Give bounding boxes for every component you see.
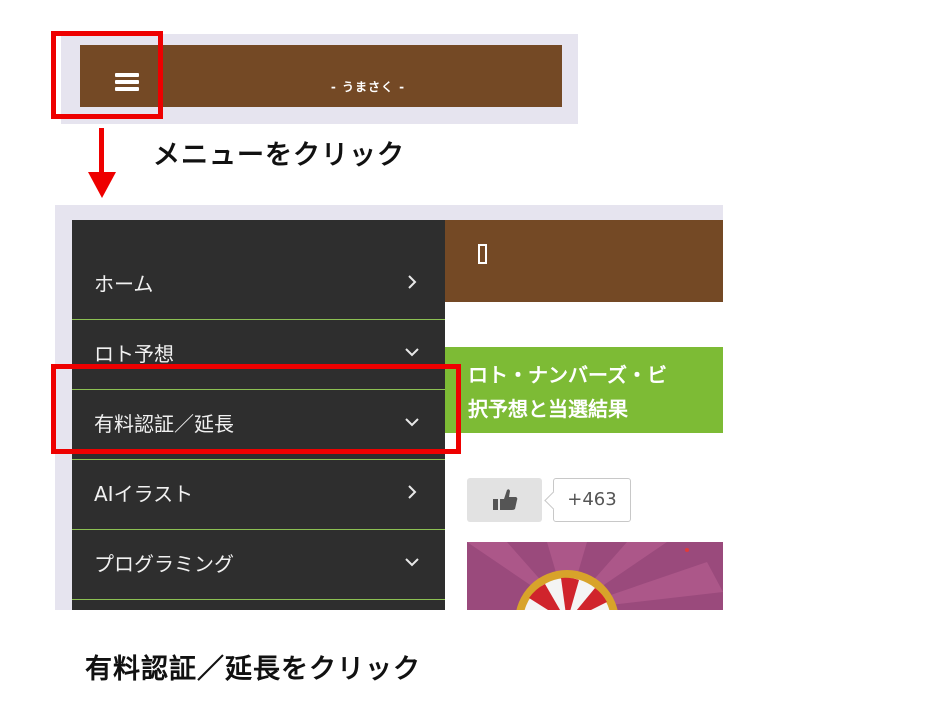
down-arrow-shaft (99, 128, 104, 175)
chevron-down-icon (402, 342, 422, 362)
instruction-step-2: 有料認証／延長をクリック (85, 654, 421, 685)
placeholder-glyph-icon (478, 244, 487, 264)
page-title-banner: ロト・ナンバーズ・ビ 択予想と当選結果 (445, 347, 723, 433)
drawer-item-ai-illust[interactable]: AIイラスト (72, 460, 445, 530)
chevron-down-icon (402, 552, 422, 572)
menu-highlight-box (51, 31, 163, 119)
chevron-right-icon (402, 272, 422, 292)
drawer-item-label: ホーム (94, 272, 154, 296)
site-title[interactable]: - うまさく - (268, 79, 468, 95)
like-count: +463 (553, 478, 631, 522)
drawer-item-programming[interactable]: プログラミング (72, 530, 445, 600)
drawer-item-label: AIイラスト (94, 482, 194, 506)
roulette-thumbnail-image[interactable] (467, 542, 723, 610)
down-arrow-head-icon (88, 172, 116, 198)
paid-auth-highlight-box (51, 364, 461, 454)
page-content: ロト・ナンバーズ・ビ 択予想と当選結果 +463 (445, 220, 723, 610)
instruction-step-1: メニューをクリック (153, 140, 405, 171)
drawer-item-label: プログラミング (94, 552, 234, 576)
banner-title-line-2: 択予想と当選結果 (468, 397, 628, 421)
banner-title-line-1: ロト・ナンバーズ・ビ (468, 363, 667, 387)
content-header (445, 220, 723, 302)
like-button[interactable] (467, 478, 542, 522)
chevron-right-icon (402, 482, 422, 502)
drawer-item-home[interactable]: ホーム (72, 250, 445, 320)
thumbs-up-icon (493, 489, 518, 510)
